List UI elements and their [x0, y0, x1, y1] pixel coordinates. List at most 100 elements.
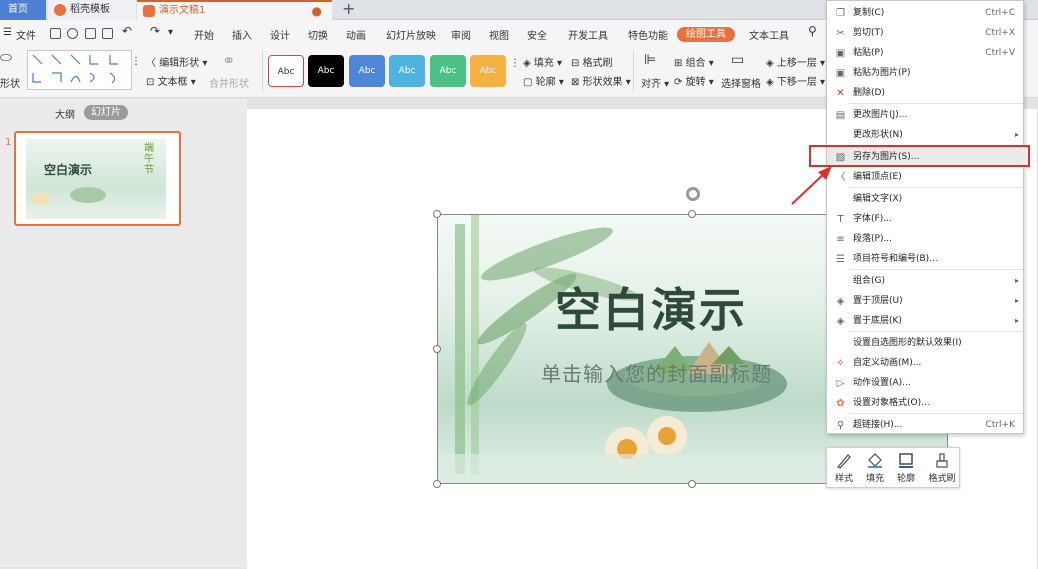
menu-item-paste[interactable]: ▣ 粘贴(P) Ctrl+V [827, 43, 1025, 63]
merge-shape-button[interactable]: 合并形状 [209, 75, 249, 90]
context-menu: ❐ 复制(C) Ctrl+C ✂ 剪切(T) Ctrl+X ▣ 粘贴(P) Ct… [826, 0, 1025, 435]
outline-button[interactable]: ▢ 轮廓 ▾ [523, 73, 564, 88]
textbox-button[interactable]: ⊡ 文本框 ▾ [146, 73, 196, 88]
fill-button[interactable]: ◈ 填充 ▾ [523, 54, 562, 69]
menu-animation[interactable]: 动画 [346, 27, 366, 42]
menu-design[interactable]: 设计 [270, 27, 290, 42]
redo-icon[interactable]: ↷ [150, 24, 160, 38]
menu-item-label: 字体(F)... [853, 214, 892, 224]
rotate-button[interactable]: ⟳ 旋转 ▾ [674, 73, 714, 88]
tab-templates[interactable]: 稻壳模板 [48, 0, 136, 20]
menu-item-label: 编辑文字(X) [853, 194, 903, 204]
menu-text-tools[interactable]: 文本工具 [749, 27, 789, 42]
save-icon[interactable] [50, 28, 61, 39]
tab-home[interactable]: 首页 [0, 0, 46, 20]
menu-item-change-shape[interactable]: 更改形状(N) ▸ [827, 125, 1025, 145]
menu-item-custom-animation[interactable]: ✧ 自定义动画(M)... [827, 353, 1025, 373]
rotate-handle-icon[interactable] [686, 187, 700, 201]
menu-item-font[interactable]: T 字体(F)... [827, 209, 1025, 229]
menu-item-label: 编辑顶点(E) [853, 172, 902, 182]
menu-item-edit-text[interactable]: 编辑文字(X) [827, 189, 1025, 209]
tab-outline[interactable]: 大纲 [55, 106, 75, 121]
style-gallery-scroll-icon[interactable]: ⋮ [510, 58, 520, 69]
resize-handle[interactable] [433, 480, 441, 488]
menu-item-label: 组合(G) [853, 276, 885, 286]
quick-access-dropdown-icon[interactable]: ▾ [168, 27, 173, 38]
resize-handle[interactable] [433, 345, 441, 353]
mini-fill-button[interactable]: 填充 [861, 452, 889, 484]
menu-item-hyperlink[interactable]: ⚲ 超链接(H)... Ctrl+K [827, 415, 1025, 435]
slide-thumbnail[interactable]: 空白演示 端午节 [14, 131, 181, 226]
shape-icon[interactable]: ⬭ [0, 50, 12, 66]
selection-pane-button[interactable]: 选择窗格 [721, 75, 761, 90]
align-label: 对齐 [641, 79, 661, 90]
shape-style-black[interactable]: Abc [308, 55, 344, 87]
paragraph-icon: ≡ [836, 234, 845, 245]
menu-view[interactable]: 视图 [489, 27, 509, 42]
menu-item-cut[interactable]: ✂ 剪切(T) Ctrl+X [827, 23, 1025, 43]
search-icon[interactable]: ⚲ [808, 24, 817, 38]
menu-item-bring-to-front[interactable]: ◈ 置于顶层(U) ▸ [827, 291, 1025, 311]
menu-item-copy[interactable]: ❐ 复制(C) Ctrl+C [827, 3, 1025, 23]
mini-style-button[interactable]: 样式 [830, 452, 858, 484]
gallery-scroll-icon[interactable]: ⋮ [131, 56, 141, 67]
menu-item-bullets[interactable]: ☰ 项目符号和编号(B)... [827, 249, 1025, 269]
mini-fill-label: 填充 [865, 474, 884, 484]
group-button[interactable]: ⊞ 组合 ▾ [674, 54, 714, 69]
menu-item-group[interactable]: 组合(G) ▸ [827, 271, 1025, 291]
print-icon[interactable] [85, 28, 96, 39]
menu-start[interactable]: 开始 [194, 27, 214, 42]
menu-item-paragraph[interactable]: ≡ 段落(P)... [827, 229, 1025, 249]
shape-effect-button[interactable]: ⊠ 形状效果 ▾ [571, 73, 631, 88]
menu-item-send-to-back[interactable]: ◈ 置于底层(K) ▸ [827, 311, 1025, 331]
menu-item-delete[interactable]: ✕ 删除(D) [827, 83, 1025, 103]
menu-features[interactable]: 特色功能 [628, 27, 668, 42]
shape-style-blue[interactable]: Abc [349, 55, 385, 87]
shape-style-white[interactable]: Abc [268, 55, 304, 87]
menu-item-format-object[interactable]: ✿ 设置对象格式(O)... [827, 393, 1025, 413]
menu-security[interactable]: 安全 [527, 27, 547, 42]
menu-slideshow[interactable]: 幻灯片放映 [386, 27, 436, 42]
menu-item-change-picture[interactable]: ▤ 更改图片(J)... [827, 105, 1025, 125]
unsaved-dot-icon[interactable]: ● [312, 2, 322, 20]
menu-review[interactable]: 审阅 [451, 27, 471, 42]
format-brush-button[interactable]: ⊟ 格式刷 [571, 54, 613, 69]
resize-handle[interactable] [433, 210, 441, 218]
align-button[interactable]: 对齐 ▾ [641, 75, 669, 90]
export-icon[interactable] [67, 28, 78, 39]
new-tab-button[interactable]: + [342, 0, 355, 18]
tab-slides[interactable]: 幻灯片 [84, 105, 128, 120]
shape-style-lightblue[interactable]: Abc [389, 55, 425, 87]
menu-item-label: 动作设置(A)... [853, 378, 911, 388]
shape-gallery[interactable] [27, 50, 132, 90]
mini-outline-button[interactable]: 轮廓 [892, 452, 920, 484]
shape-style-orange[interactable]: Abc [470, 55, 506, 87]
copy-icon: ❐ [836, 8, 845, 19]
resize-handle[interactable] [688, 210, 696, 218]
format-brush-label: 格式刷 [582, 58, 613, 69]
shape-button[interactable]: 形状 [0, 75, 20, 90]
resize-handle[interactable] [688, 480, 696, 488]
edit-shape-button[interactable]: 〈 编辑形状 ▾ [146, 54, 207, 69]
paste-icon: ▣ [835, 48, 846, 59]
shape-style-green[interactable]: Abc [430, 55, 466, 87]
preview-icon[interactable] [102, 28, 113, 39]
mini-format-brush-button[interactable]: 格式刷 [925, 452, 959, 484]
menu-item-set-default-effect[interactable]: 设置自选图形的默认效果(I) [827, 333, 1025, 353]
menu-item-label: 复制(C) [853, 8, 885, 18]
bring-forward-button[interactable]: ◈ 上移一层 ▾ [766, 54, 825, 69]
send-backward-button[interactable]: ◈ 下移一层 ▾ [766, 73, 825, 88]
tab-document[interactable]: 演示文稿1 ● [137, 0, 332, 20]
menu-item-action-settings[interactable]: ▷ 动作设置(A)... [827, 373, 1025, 393]
undo-icon[interactable]: ↶ [122, 24, 132, 38]
menu-file[interactable]: 文件 [16, 27, 36, 42]
menu-item-paste-as-picture[interactable]: ▣ 粘贴为图片(P) [827, 63, 1025, 83]
menu-insert[interactable]: 插入 [232, 27, 252, 42]
menu-icon[interactable]: ☰ [3, 27, 12, 38]
tab-drawing-tools[interactable]: 绘图工具 [677, 27, 735, 42]
thumbnail-side-text: 端午节 [144, 143, 154, 176]
menu-item-edit-points[interactable]: 〈 编辑顶点(E) [827, 167, 1025, 187]
menu-transition[interactable]: 切换 [308, 27, 328, 42]
action-icon: ▷ [836, 378, 845, 389]
menu-developer[interactable]: 开发工具 [568, 27, 608, 42]
